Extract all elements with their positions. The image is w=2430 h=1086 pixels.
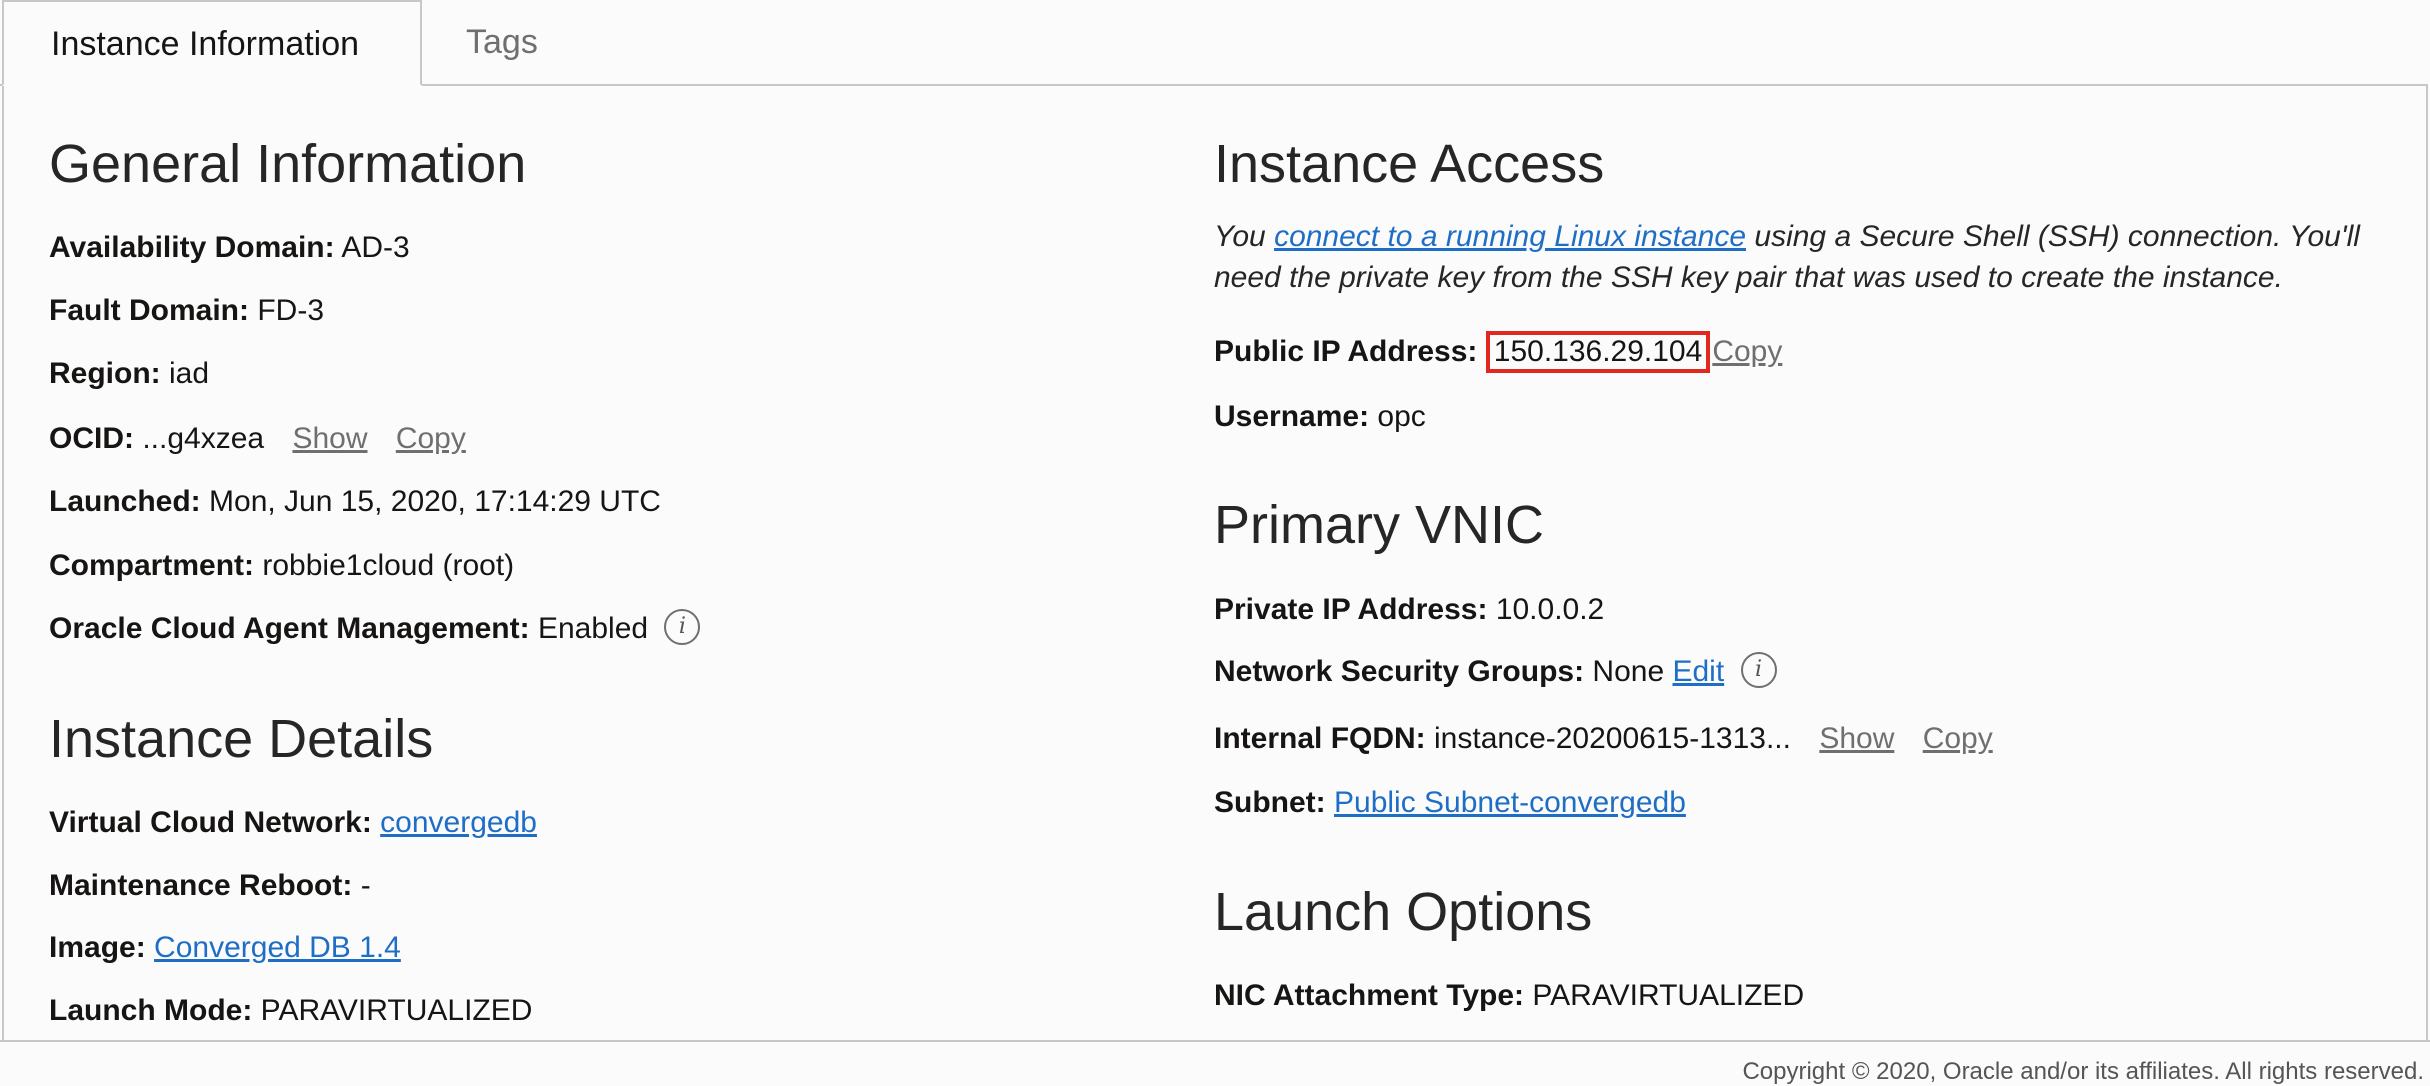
nic-attachment-row: NIC Attachment Type: PARAVIRTUALIZED xyxy=(1214,976,1804,1016)
username-value: opc xyxy=(1377,400,1426,433)
panel-border-left xyxy=(2,84,4,1042)
region-label: Region: xyxy=(49,357,161,390)
fault-domain-label: Fault Domain: xyxy=(49,294,249,327)
desc-text-before: You xyxy=(1214,220,1275,253)
ocid-show-link[interactable]: Show xyxy=(292,422,367,455)
ocid-copy-link[interactable]: Copy xyxy=(396,422,466,455)
instance-page: Instance Information Tags General Inform… xyxy=(0,0,2430,1086)
maintenance-reboot-row: Maintenance Reboot: - xyxy=(49,866,371,906)
launched-row: Launched: Mon, Jun 15, 2020, 17:14:29 UT… xyxy=(49,482,661,522)
launched-label: Launched: xyxy=(49,485,201,518)
fqdn-label: Internal FQDN: xyxy=(1214,722,1426,755)
tab-instance-information[interactable]: Instance Information xyxy=(2,0,422,86)
fqdn-row: Internal FQDN: instance-20200615-1313...… xyxy=(1214,719,1993,759)
instance-details-heading: Instance Details xyxy=(49,709,434,769)
nsg-row: Network Security Groups: None Edit i xyxy=(1214,652,1777,692)
image-label: Image: xyxy=(49,931,146,964)
region-value: iad xyxy=(169,357,210,390)
public-ip-label: Public IP Address: xyxy=(1214,335,1478,368)
ocid-value: ...g4xzea xyxy=(142,422,265,455)
instance-access-heading: Instance Access xyxy=(1214,134,1605,194)
availability-domain-label: Availability Domain: xyxy=(49,231,335,264)
tab-tags[interactable]: Tags xyxy=(466,0,538,84)
image-link[interactable]: Converged DB 1.4 xyxy=(154,931,401,964)
nsg-value: None xyxy=(1592,655,1665,688)
maintenance-reboot-value: - xyxy=(360,869,371,902)
public-ip-copy-link[interactable]: Copy xyxy=(1712,335,1782,368)
nsg-info-icon[interactable]: i xyxy=(1740,652,1777,689)
general-information-heading: General Information xyxy=(49,134,527,194)
vcn-label: Virtual Cloud Network: xyxy=(49,806,372,839)
nic-attachment-value: PARAVIRTUALIZED xyxy=(1532,979,1805,1012)
fqdn-copy-link[interactable]: Copy xyxy=(1923,722,1993,755)
username-label: Username: xyxy=(1214,400,1370,433)
ocid-label: OCID: xyxy=(49,422,134,455)
nsg-label: Network Security Groups: xyxy=(1214,655,1585,688)
public-ip-row: Public IP Address: 150.136.29.104 Copy xyxy=(1214,331,1782,373)
agent-management-row: Oracle Cloud Agent Management: Enabled i xyxy=(49,609,701,649)
connect-linux-instance-link[interactable]: connect to a running Linux instance xyxy=(1274,220,1746,253)
ocid-row: OCID: ...g4xzea Show Copy xyxy=(49,419,466,459)
private-ip-value: 10.0.0.2 xyxy=(1495,593,1605,626)
launch-mode-row: Launch Mode: PARAVIRTUALIZED xyxy=(49,991,532,1031)
vcn-link[interactable]: convergedb xyxy=(380,806,537,839)
image-row: Image: Converged DB 1.4 xyxy=(49,928,401,968)
compartment-value: robbie1cloud (root) xyxy=(262,549,515,582)
availability-domain-value: AD-3 xyxy=(341,231,410,264)
compartment-row: Compartment: robbie1cloud (root) xyxy=(49,546,514,586)
launch-mode-label: Launch Mode: xyxy=(49,994,253,1027)
maintenance-reboot-label: Maintenance Reboot: xyxy=(49,869,353,902)
compartment-label: Compartment: xyxy=(49,549,255,582)
tab-bar: Instance Information Tags xyxy=(0,0,2430,86)
nic-attachment-label: NIC Attachment Type: xyxy=(1214,979,1525,1012)
region-row: Region: iad xyxy=(49,354,209,394)
copyright-footer: Copyright © 2020, Oracle and/or its affi… xyxy=(1742,1058,2424,1085)
instance-access-description: You connect to a running Linux instance … xyxy=(1214,216,2404,298)
private-ip-label: Private IP Address: xyxy=(1214,593,1488,626)
launched-value: Mon, Jun 15, 2020, 17:14:29 UTC xyxy=(209,485,661,518)
subnet-row: Subnet: Public Subnet-convergedb xyxy=(1214,783,1686,823)
panel-border-bottom xyxy=(0,1040,2430,1042)
launch-mode-value: PARAVIRTUALIZED xyxy=(260,994,533,1027)
public-ip-value: 150.136.29.104 xyxy=(1485,331,1711,373)
agent-management-label: Oracle Cloud Agent Management: xyxy=(49,612,530,645)
availability-domain-row: Availability Domain: AD-3 xyxy=(49,228,410,268)
primary-vnic-heading: Primary VNIC xyxy=(1214,495,1545,555)
vcn-row: Virtual Cloud Network: convergedb xyxy=(49,803,537,843)
fault-domain-row: Fault Domain: FD-3 xyxy=(49,291,324,331)
agent-management-value: Enabled xyxy=(537,612,649,645)
private-ip-row: Private IP Address: 10.0.0.2 xyxy=(1214,590,1604,630)
fqdn-value: instance-20200615-1313... xyxy=(1434,722,1791,755)
fqdn-show-link[interactable]: Show xyxy=(1819,722,1894,755)
fault-domain-value: FD-3 xyxy=(257,294,325,327)
agent-info-icon[interactable]: i xyxy=(664,609,701,646)
nsg-edit-link[interactable]: Edit xyxy=(1672,655,1724,688)
username-row: Username: opc xyxy=(1214,397,1426,437)
panel-border-right xyxy=(2426,84,2428,1042)
subnet-label: Subnet: xyxy=(1214,786,1326,819)
launch-options-heading: Launch Options xyxy=(1214,882,1593,942)
subnet-link[interactable]: Public Subnet-convergedb xyxy=(1334,786,1686,819)
